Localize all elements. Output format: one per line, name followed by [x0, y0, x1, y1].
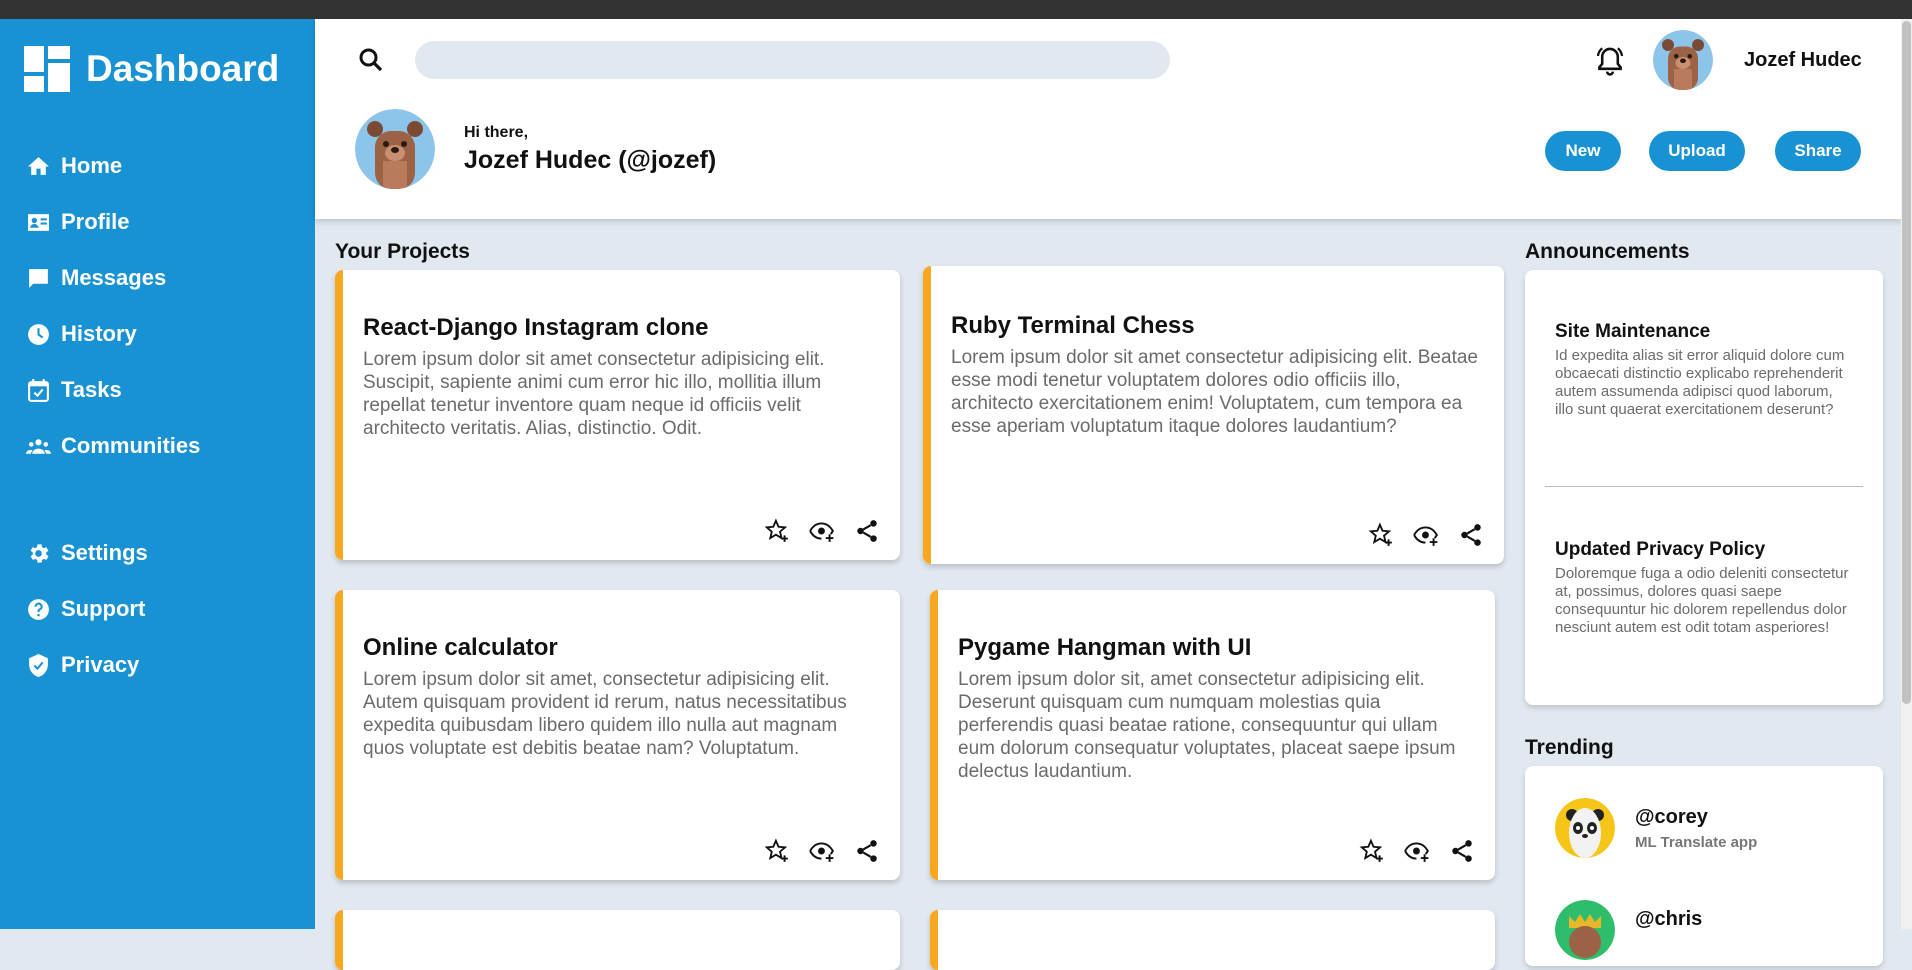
help-icon	[28, 598, 49, 620]
project-actions	[1340, 838, 1475, 864]
announcement-body: Id expedita alias sit error aliquid dolo…	[1555, 347, 1845, 418]
trending-handle[interactable]: @corey	[1635, 806, 1708, 829]
projects-title: Your Projects	[335, 240, 470, 263]
project-title: Pygame Hangman with UI	[958, 634, 1252, 661]
sidebar-item-tasks[interactable]: Tasks	[26, 377, 122, 403]
watch-add-icon[interactable]	[1404, 838, 1430, 864]
announcement-body: Doloremque fuga a odio deleniti consecte…	[1555, 565, 1849, 636]
message-icon	[29, 268, 48, 288]
share-icon[interactable]	[854, 838, 880, 864]
project-description: Lorem ipsum dolor sit amet consectetur a…	[363, 349, 825, 439]
project-description: Lorem ipsum dolor sit amet, consectetur …	[363, 669, 847, 759]
project-description: Lorem ipsum dolor sit amet consectetur a…	[951, 347, 1478, 437]
bell-icon[interactable]	[1593, 43, 1627, 79]
trending-avatar[interactable]	[1555, 798, 1615, 858]
sidebar-item-privacy[interactable]: Privacy	[26, 652, 139, 678]
shield-icon	[29, 653, 48, 677]
search-icon[interactable]	[356, 45, 386, 75]
project-card[interactable]: Online calculator Lorem ipsum dolor sit …	[335, 590, 900, 880]
sidebar-item-support[interactable]: Support	[26, 596, 145, 622]
scrollbar-thumb[interactable]	[1902, 21, 1911, 704]
announcement-divider	[1545, 486, 1863, 487]
gear-icon	[30, 543, 49, 563]
star-add-icon[interactable]	[1368, 522, 1394, 548]
star-add-icon[interactable]	[764, 518, 790, 544]
upload-button[interactable]: Upload	[1649, 131, 1745, 171]
announcement-title[interactable]: Updated Privacy Policy	[1555, 539, 1765, 561]
project-card[interactable]: React-Django Instagram clone Lorem ipsum…	[335, 270, 900, 560]
main-header: Jozef Hudec Hi there, Jozef Hudec (@joze…	[315, 19, 1902, 219]
clock-icon	[28, 323, 49, 345]
profile-full-name: Jozef Hudec (@jozef)	[464, 146, 717, 174]
share-icon[interactable]	[854, 518, 880, 544]
project-card[interactable]	[335, 910, 900, 970]
profile-card-icon	[28, 213, 49, 231]
avatar[interactable]	[1653, 30, 1713, 90]
search-input[interactable]	[415, 41, 1170, 79]
project-title: Ruby Terminal Chess	[951, 312, 1195, 339]
share-button[interactable]: Share	[1775, 131, 1861, 171]
sidebar-item-label: Profile	[61, 209, 130, 234]
star-add-icon[interactable]	[764, 838, 790, 864]
project-description: Lorem ipsum dolor sit, amet consectetur …	[958, 669, 1456, 782]
star-add-icon[interactable]	[1359, 838, 1385, 864]
sidebar-item-label: Messages	[61, 265, 167, 290]
sidebar-item-profile[interactable]: Profile	[26, 209, 129, 235]
sidebar-item-communities[interactable]: Communities	[26, 433, 200, 459]
trending-subtitle: ML Translate app	[1635, 834, 1758, 851]
calendar-check-icon	[28, 378, 49, 402]
home-icon	[28, 156, 49, 175]
profile-avatar	[355, 109, 435, 189]
watch-add-icon[interactable]	[809, 518, 835, 544]
new-button[interactable]: New	[1545, 131, 1621, 171]
watch-add-icon[interactable]	[809, 838, 835, 864]
watch-add-icon[interactable]	[1413, 522, 1439, 548]
project-actions	[745, 838, 880, 864]
sidebar-item-label: Support	[61, 596, 146, 621]
header-user-name[interactable]: Jozef Hudec	[1744, 49, 1862, 72]
sidebar-item-settings[interactable]: Settings	[26, 540, 148, 566]
sidebar-item-home[interactable]: Home	[26, 153, 122, 179]
people-icon	[26, 438, 51, 454]
sidebar-item-label: Communities	[61, 433, 201, 458]
sidebar: Dashboard Home Profile Messages History …	[0, 19, 315, 929]
trending-handle[interactable]: @chris	[1635, 908, 1702, 931]
announcement-title[interactable]: Site Maintenance	[1555, 321, 1710, 343]
page-scrollbar[interactable]	[1901, 19, 1912, 929]
greeting: Hi there,	[464, 124, 529, 141]
trending-avatar[interactable]	[1555, 900, 1615, 960]
brand[interactable]: Dashboard	[24, 46, 279, 92]
project-actions	[745, 518, 880, 544]
dashboard-icon	[24, 46, 70, 92]
project-card[interactable]: Ruby Terminal Chess Lorem ipsum dolor si…	[923, 266, 1504, 564]
brand-title: Dashboard	[86, 48, 280, 89]
project-title: Online calculator	[363, 634, 558, 661]
window-top-strip	[0, 0, 1912, 19]
sidebar-item-messages[interactable]: Messages	[26, 265, 166, 291]
sidebar-item-label: Tasks	[61, 377, 122, 402]
project-card[interactable]: Pygame Hangman with UI Lorem ipsum dolor…	[930, 590, 1495, 880]
announcements-panel: Site Maintenance Id expedita alias sit e…	[1525, 270, 1883, 705]
project-title: React-Django Instagram clone	[363, 314, 709, 341]
sidebar-item-label: Settings	[61, 540, 148, 565]
project-actions	[1349, 522, 1484, 548]
trending-panel: @corey ML Translate app @chris	[1525, 766, 1883, 966]
sidebar-item-label: Privacy	[61, 652, 140, 677]
announcements-title: Announcements	[1525, 240, 1690, 263]
share-icon[interactable]	[1458, 522, 1484, 548]
project-card[interactable]	[930, 910, 1495, 970]
sidebar-item-label: History	[61, 321, 137, 346]
sidebar-item-label: Home	[61, 153, 123, 178]
sidebar-item-history[interactable]: History	[26, 321, 137, 347]
share-icon[interactable]	[1449, 838, 1475, 864]
trending-title: Trending	[1525, 736, 1614, 759]
